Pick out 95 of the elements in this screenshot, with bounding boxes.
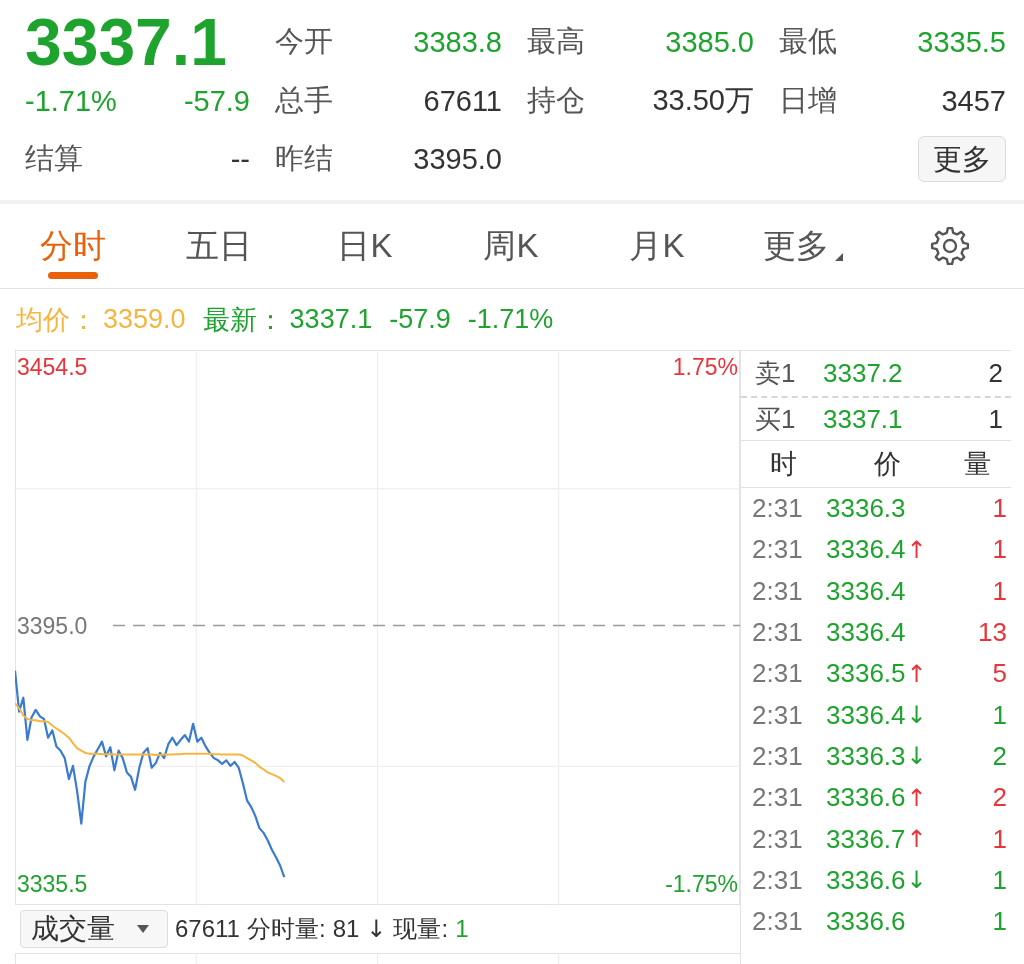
latest-change-percent: -1.71% [467,304,554,335]
trade-time: 2:31 [752,575,804,607]
trade-time: 2:31 [752,658,804,690]
trade-time: 2:31 [752,617,804,649]
trade-price: 3336.4 [826,575,906,607]
current-volume-label: 现量: [393,914,449,944]
trade-volume: 5 [992,658,1007,690]
stat-value: 3457 [941,84,1006,118]
stat-label: 最高 [527,24,585,59]
change-percent: -1.71% [25,84,117,118]
current-volume-value: 1 [455,915,469,943]
order-level-label: 买1 [755,402,797,436]
average-price-label: 均价： [16,303,97,337]
total-volume: 67611 [175,915,240,943]
trade-price: 3336.3 [826,493,906,525]
stat-value: 67611 [423,84,502,118]
trade-price: 3336.5 [826,658,906,690]
percent-label: 1.75% [672,353,738,380]
trade-price: 3336.6 [826,782,906,814]
trade-volume: 1 [992,534,1007,566]
order-level-label: 卖1 [755,357,797,390]
stat-label: 最低 [779,24,837,59]
arrow-icon: ↓ [906,701,927,730]
arrow-icon: ↓ [366,915,387,943]
trade-volume: 13 [978,617,1007,649]
arrow-icon: ↑ [906,659,927,688]
axis-label: 3454.5 [17,353,88,380]
settings-icon[interactable] [930,226,970,266]
latest-price-value: 3337.1 [289,304,373,335]
order-price: 3337.2 [823,358,904,389]
trade-price: 3336.7 [826,823,906,855]
period-tab[interactable]: 日K [292,204,438,288]
latest-price-label: 最新： [202,303,284,337]
trade-price: 3336.4 [826,699,906,731]
trade-time: 2:31 [752,823,804,855]
arrow-icon: ↑ [906,535,927,564]
last-price: 3337.1 [25,12,227,72]
order-quantity: 1 [988,403,1003,435]
stat-value: 33.50万 [652,83,754,118]
period-tab[interactable]: 五日 [146,204,292,288]
stat-value: 3395.0 [413,142,502,176]
trade-time: 2:31 [752,699,804,731]
order-quantity: 2 [988,358,1003,389]
trade-time: 2:31 [752,864,804,896]
stat-label: 日增 [779,83,837,118]
stat-label: 昨结 [275,141,333,176]
trade-price: 3336.6 [826,864,906,896]
order-price: 3337.1 [823,403,904,435]
trade-time: 2:31 [752,534,804,566]
column-header: 量 [963,448,991,481]
period-tab[interactable]: 月K [584,204,730,288]
trade-time: 2:31 [752,740,804,772]
settlement-value: -- [230,142,250,176]
stat-value: 3385.0 [665,25,754,59]
trade-volume: 1 [992,493,1007,525]
trade-volume: 1 [992,864,1007,896]
stat-label: 今开 [275,24,333,59]
arrow-icon: ↑ [906,825,927,853]
trade-volume: 2 [992,782,1007,814]
stat-value: 3383.8 [413,25,502,59]
trade-time: 2:31 [752,782,804,814]
trade-time: 2:31 [752,493,804,525]
period-tab[interactable]: 更多 [730,204,876,288]
more-button[interactable]: 更多 [918,136,1006,182]
minute-volume-label: 分时量: [246,914,326,944]
stat-label: 总手 [275,83,333,118]
percent-label: -1.75% [665,871,738,898]
trade-volume: 1 [992,699,1007,731]
stat-value: 3335.5 [917,25,1006,59]
caret-icon [835,253,843,261]
axis-label: 3395.0 [17,612,88,639]
column-header: 价 [872,448,902,481]
trade-time: 2:31 [752,906,804,938]
trade-price: 3336.3 [826,740,906,772]
minute-volume-value: 81 [332,915,360,943]
stat-label: 持仓 [527,83,585,118]
period-tab[interactable]: 周K [438,204,584,288]
trade-price: 3336.4 [826,617,906,649]
arrow-icon: ↓ [906,742,927,771]
latest-change-value: -57.9 [389,304,451,335]
change-amount: -57.9 [183,84,250,118]
trade-price: 3336.4 [826,534,906,566]
settlement-label: 结算 [25,141,83,176]
arrow-icon: ↓ [906,866,927,895]
average-price-value: 3359.0 [103,304,186,335]
trade-volume: 2 [992,740,1007,772]
trade-volume: 1 [992,823,1007,855]
trade-volume: 1 [992,906,1007,938]
trade-volume: 1 [992,575,1007,607]
column-header: 时 [768,448,798,481]
indicator-dropdown[interactable]: 成交量 [20,910,168,948]
arrow-icon: ↑ [906,783,927,812]
caret-icon [137,925,149,933]
trade-price: 3336.6 [826,906,906,938]
axis-label: 3335.5 [17,871,88,898]
